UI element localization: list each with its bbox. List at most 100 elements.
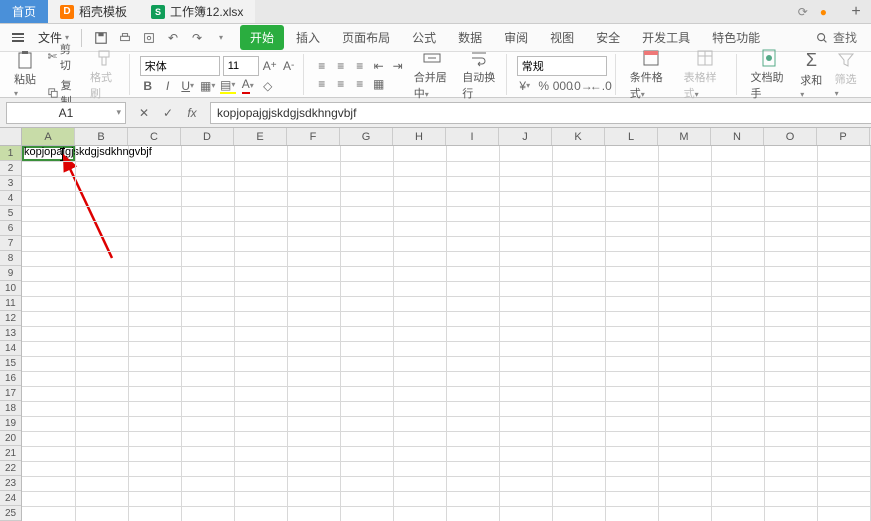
row-header-17[interactable]: 17: [0, 386, 21, 401]
row-header-12[interactable]: 12: [0, 311, 21, 326]
column-header-n[interactable]: N: [711, 128, 764, 145]
increase-font-button[interactable]: A+: [262, 58, 278, 74]
row-header-4[interactable]: 4: [0, 191, 21, 206]
align-right-button[interactable]: ≡: [352, 76, 368, 92]
align-bottom-button[interactable]: ≡: [352, 58, 368, 74]
row-header-6[interactable]: 6: [0, 221, 21, 236]
row-header-23[interactable]: 23: [0, 476, 21, 491]
row-header-20[interactable]: 20: [0, 431, 21, 446]
paste-button[interactable]: 粘贴▾: [10, 48, 41, 101]
row-header-1[interactable]: 1: [0, 146, 21, 161]
conditional-format-button[interactable]: 条件格式▾: [626, 46, 676, 103]
insert-function-button[interactable]: fx: [184, 105, 200, 121]
font-name-select[interactable]: [140, 56, 220, 76]
column-header-j[interactable]: J: [499, 128, 552, 145]
italic-button[interactable]: I: [160, 78, 176, 94]
table-style-button[interactable]: 表格样式▾: [680, 46, 730, 103]
row-header-22[interactable]: 22: [0, 461, 21, 476]
filter-button[interactable]: 筛选▾: [831, 48, 861, 101]
row-header-24[interactable]: 24: [0, 491, 21, 506]
row-header-3[interactable]: 3: [0, 176, 21, 191]
border-button[interactable]: ▦▾: [200, 78, 216, 94]
increase-indent-button[interactable]: ⇥: [390, 58, 406, 74]
ribbon-tab-view[interactable]: 视图: [540, 25, 584, 50]
merge-split-button[interactable]: ▦: [371, 76, 387, 92]
column-header-l[interactable]: L: [605, 128, 658, 145]
docer-tab[interactable]: D 稻壳模板: [48, 0, 139, 23]
clear-format-button[interactable]: ◇: [260, 78, 276, 94]
add-tab-button[interactable]: +: [841, 0, 871, 23]
auto-wrap-button[interactable]: 自动换行: [458, 46, 499, 103]
bold-button[interactable]: B: [140, 78, 156, 94]
column-header-i[interactable]: I: [446, 128, 499, 145]
row-header-16[interactable]: 16: [0, 371, 21, 386]
decrease-font-button[interactable]: A-: [281, 58, 297, 74]
row-header-7[interactable]: 7: [0, 236, 21, 251]
column-header-e[interactable]: E: [234, 128, 287, 145]
ribbon-tab-layout[interactable]: 页面布局: [332, 25, 400, 50]
underline-button[interactable]: U▾: [180, 78, 196, 94]
font-size-select[interactable]: [223, 56, 259, 76]
print-button[interactable]: [116, 29, 134, 47]
ribbon-tab-start[interactable]: 开始: [240, 25, 284, 50]
align-left-button[interactable]: ≡: [314, 76, 330, 92]
row-header-5[interactable]: 5: [0, 206, 21, 221]
align-top-button[interactable]: ≡: [314, 58, 330, 74]
cut-button[interactable]: ✄剪切: [45, 40, 82, 74]
column-header-m[interactable]: M: [658, 128, 711, 145]
column-header-p[interactable]: P: [817, 128, 870, 145]
currency-button[interactable]: ¥▾: [517, 78, 533, 94]
ribbon-tab-security[interactable]: 安全: [586, 25, 630, 50]
search-button[interactable]: 查找: [807, 27, 865, 48]
home-tab[interactable]: 首页: [0, 0, 48, 23]
row-header-21[interactable]: 21: [0, 446, 21, 461]
column-header-d[interactable]: D: [181, 128, 234, 145]
doc-assist-button[interactable]: 文档助手: [747, 46, 793, 103]
row-header-15[interactable]: 15: [0, 356, 21, 371]
sync-icon[interactable]: ⟳: [798, 5, 808, 19]
ribbon-tab-review[interactable]: 审阅: [494, 25, 538, 50]
row-header-11[interactable]: 11: [0, 296, 21, 311]
percent-button[interactable]: %: [536, 78, 552, 94]
column-header-g[interactable]: G: [340, 128, 393, 145]
row-header-13[interactable]: 13: [0, 326, 21, 341]
formula-input[interactable]: kopjopajgjskdgjsdkhngvbjf: [210, 102, 871, 124]
confirm-edit-button[interactable]: ✓: [160, 105, 176, 121]
select-all-corner[interactable]: [0, 128, 22, 146]
align-center-button[interactable]: ≡: [333, 76, 349, 92]
name-box[interactable]: A1: [6, 102, 126, 124]
spreadsheet-grid[interactable]: ABCDEFGHIJKLMNOP 12345678910111213141516…: [0, 128, 871, 521]
redo-button[interactable]: ↷: [188, 29, 206, 47]
row-header-2[interactable]: 2: [0, 161, 21, 176]
row-header-10[interactable]: 10: [0, 281, 21, 296]
comma-style-button[interactable]: 000: [555, 78, 571, 94]
column-header-o[interactable]: O: [764, 128, 817, 145]
row-header-18[interactable]: 18: [0, 401, 21, 416]
qat-more-button[interactable]: ▾: [212, 29, 230, 47]
decrease-indent-button[interactable]: ⇤: [371, 58, 387, 74]
undo-button[interactable]: ↶: [164, 29, 182, 47]
fill-color-button[interactable]: ▤▾: [220, 78, 236, 94]
column-header-h[interactable]: H: [393, 128, 446, 145]
number-format-select[interactable]: [517, 56, 607, 76]
hamburger-menu[interactable]: [6, 30, 30, 45]
increase-decimal-button[interactable]: .0→: [574, 78, 590, 94]
font-color-button[interactable]: A▾: [240, 78, 256, 94]
row-header-9[interactable]: 9: [0, 266, 21, 281]
row-header-14[interactable]: 14: [0, 341, 21, 356]
sum-button[interactable]: Σ 求和▾: [796, 48, 826, 102]
save-button[interactable]: [92, 29, 110, 47]
column-header-k[interactable]: K: [552, 128, 605, 145]
row-header-25[interactable]: 25: [0, 506, 21, 521]
cells-area[interactable]: kopjopajgjskdgjsdkhngvbjf: [22, 146, 871, 521]
ribbon-tab-insert[interactable]: 插入: [286, 25, 330, 50]
row-header-8[interactable]: 8: [0, 251, 21, 266]
workbook-tab[interactable]: S 工作簿12.xlsx: [139, 0, 255, 23]
decrease-decimal-button[interactable]: ←.0: [593, 78, 609, 94]
format-painter-button[interactable]: 格式刷: [86, 46, 123, 103]
print-preview-button[interactable]: [140, 29, 158, 47]
column-header-c[interactable]: C: [128, 128, 181, 145]
align-middle-button[interactable]: ≡: [333, 58, 349, 74]
row-header-19[interactable]: 19: [0, 416, 21, 431]
column-header-b[interactable]: B: [75, 128, 128, 145]
